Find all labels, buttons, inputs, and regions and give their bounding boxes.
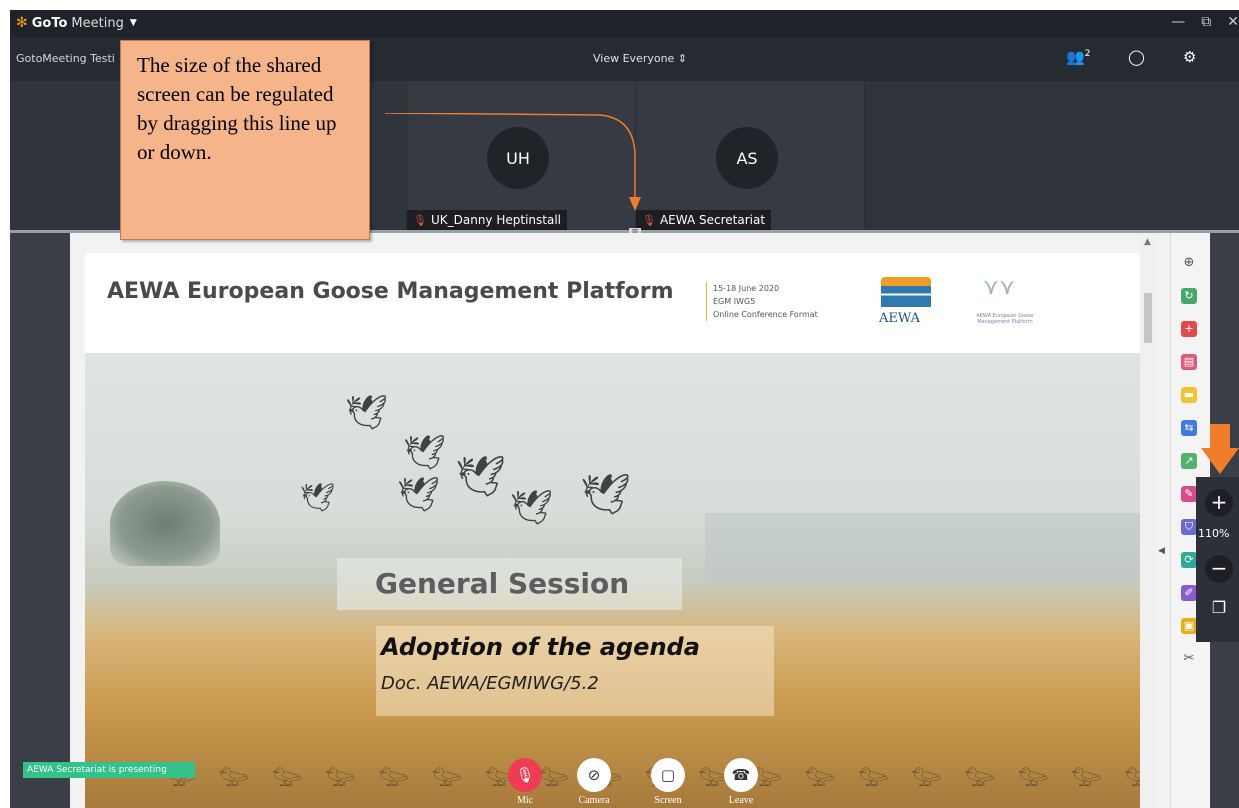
egmp-logo-text: AEWA European Goose Management Platform [976, 313, 1034, 325]
attendee-name: AEWA Secretariat [659, 213, 766, 227]
fit-page-button[interactable]: ❐ [1205, 595, 1233, 623]
sort-arrows-icon: ⇕ [677, 52, 688, 65]
scroll-up-icon[interactable]: ▲ [1144, 237, 1151, 247]
screen-share-icon: ▢ [651, 758, 685, 792]
goose-icon: 🕊 [397, 475, 441, 515]
minimize-button[interactable]: — [1171, 14, 1185, 30]
zoom-level: 110% [1198, 527, 1230, 540]
zoom-out-button[interactable]: − [1205, 555, 1233, 583]
left-gutter [10, 233, 68, 808]
camera-off-icon: ⊘ [577, 758, 611, 792]
chat-bubble-icon: ◯ [1128, 48, 1145, 66]
view-mode-label: View Everyone [593, 52, 675, 65]
protect-icon[interactable]: ⛉ [1181, 519, 1197, 535]
annotation-callout: The size of the shared screen can be reg… [120, 40, 370, 240]
slide-title: AEWA European Goose Management Platform [107, 279, 674, 304]
screen-share-button[interactable]: ▢ Screen [650, 758, 686, 806]
camera-label: Camera [578, 795, 610, 806]
mic-label: Mic [516, 795, 534, 806]
attendee-count: 2 [1084, 49, 1091, 59]
redact-icon[interactable]: ✐ [1181, 585, 1197, 601]
gear-icon: ⚙ [1183, 48, 1197, 66]
app-menu[interactable]: ✻ GoTo Meeting ▼ [16, 15, 137, 31]
tools-icon[interactable]: ✂ [1181, 651, 1197, 667]
mist-shape [705, 513, 1140, 583]
goose-icon: 🕊 [510, 488, 554, 528]
meeting-name: GotoMeeting Testi [16, 52, 115, 65]
copy-pages-icon: ❐ [1211, 598, 1227, 617]
agenda-doc: Doc. AEWA/EGMIWG/5.2 [381, 673, 599, 694]
zoom-search-icon[interactable]: ⊕ [1181, 255, 1197, 271]
aewa-logo: AEWA [875, 273, 939, 328]
goose-icon: 🕊 [345, 393, 389, 433]
view-mode-selector[interactable]: View Everyone ⇕ [593, 52, 687, 65]
logo-bold-text: GoTo [31, 15, 68, 31]
aewa-logo-text: AEWA [879, 311, 920, 326]
pdf-viewer: AEWA European Goose Management Platform … [70, 233, 1190, 808]
goose-icon: 🕊 [580, 472, 631, 518]
collapse-panel-icon[interactable]: ◀ [1158, 546, 1165, 556]
mic-button[interactable]: 🎙 Mic [507, 758, 543, 806]
people-icon: 👥 [1066, 48, 1085, 66]
agenda-title: Adoption of the agenda [381, 633, 700, 661]
title-bar: ✻ GoTo Meeting ▼ — ⧉ ✕ [10, 10, 1239, 37]
create-pdf-icon[interactable]: + [1181, 321, 1197, 337]
export-pdf-icon[interactable]: ↻ [1181, 288, 1197, 304]
compare-icon[interactable]: ⟳ [1181, 552, 1197, 568]
export-icon[interactable]: ↗ [1181, 453, 1197, 469]
combine-files-icon[interactable]: ⇆ [1181, 420, 1197, 436]
zoom-in-button[interactable]: + [1205, 489, 1233, 517]
scroll-thumb[interactable] [1144, 293, 1152, 343]
mic-muted-icon: 🎙 [508, 758, 542, 792]
gotomeeting-logo-icon: ✻ [16, 15, 28, 31]
chevron-down-icon: ▼ [129, 18, 137, 28]
goose-icon: 🕊 [300, 481, 336, 514]
plus-icon: + [1210, 490, 1228, 514]
chat-button[interactable]: ◯ [1128, 48, 1145, 66]
organize-pages-icon[interactable]: ▤ [1181, 354, 1197, 370]
presenting-badge: AEWA Secretariat is presenting [23, 762, 195, 778]
slide-format: Online Conference Format [713, 310, 818, 319]
prepare-form-icon[interactable]: ▣ [1181, 618, 1197, 634]
window-controls: — ⧉ ✕ [1171, 14, 1239, 30]
hang-up-icon: ☎ [724, 758, 758, 792]
comment-icon[interactable]: ▬ [1181, 387, 1197, 403]
slide-event: EGM IWG5 [713, 297, 756, 306]
restore-button[interactable]: ⧉ [1201, 14, 1211, 30]
slide-meta: 15-18 June 2020 EGM IWG5 Online Conferen… [706, 282, 818, 321]
slide-date: 15-18 June 2020 [713, 284, 780, 293]
goose-icon: 🕊 [403, 433, 447, 473]
session-title: General Session [375, 567, 630, 600]
birds-logo-icon: ⋎⋎ [983, 275, 1016, 300]
attendees-button[interactable]: 👥2 [1066, 48, 1090, 66]
attendee-tile[interactable]: AS 🎙 AEWA Secretariat [636, 81, 865, 230]
goose-icon: 🕊 [455, 454, 506, 500]
settings-button[interactable]: ⚙ [1183, 48, 1196, 66]
avatar: AS [716, 127, 778, 189]
attendee-name-label: 🎙 AEWA Secretariat [636, 210, 772, 230]
slide-photo: 🕊 🕊 🕊 🕊 🕊 🕊 🕊 General Session Adoption o… [85, 353, 1140, 808]
logo-text: Meeting [71, 15, 124, 31]
zoom-highlight-arrow [1201, 424, 1239, 474]
egmp-logo: ⋎⋎ AEWA European Goose Management Platfo… [963, 273, 1047, 328]
camera-button[interactable]: ⊘ Camera [576, 758, 612, 806]
minus-icon: − [1210, 556, 1228, 580]
callout-connector-arrow [385, 113, 641, 211]
leave-button[interactable]: ☎ Leave [723, 758, 759, 806]
fill-sign-icon[interactable]: ✎ [1181, 486, 1197, 502]
screen-label: Screen [654, 795, 682, 806]
close-button[interactable]: ✕ [1227, 14, 1239, 30]
tree-shape [110, 481, 220, 566]
shared-screen: ▶ AEWA European Goose Management Platfor… [10, 233, 1239, 808]
ground-geese: 𓅰𓅰𓅰𓅰𓅰𓅰𓅰𓅰𓅰𓅰𓅰𓅰𓅰𓅰𓅰𓅰𓅰𓅰𓅰𓅰 [165, 753, 1140, 803]
leave-label: Leave [728, 795, 754, 806]
